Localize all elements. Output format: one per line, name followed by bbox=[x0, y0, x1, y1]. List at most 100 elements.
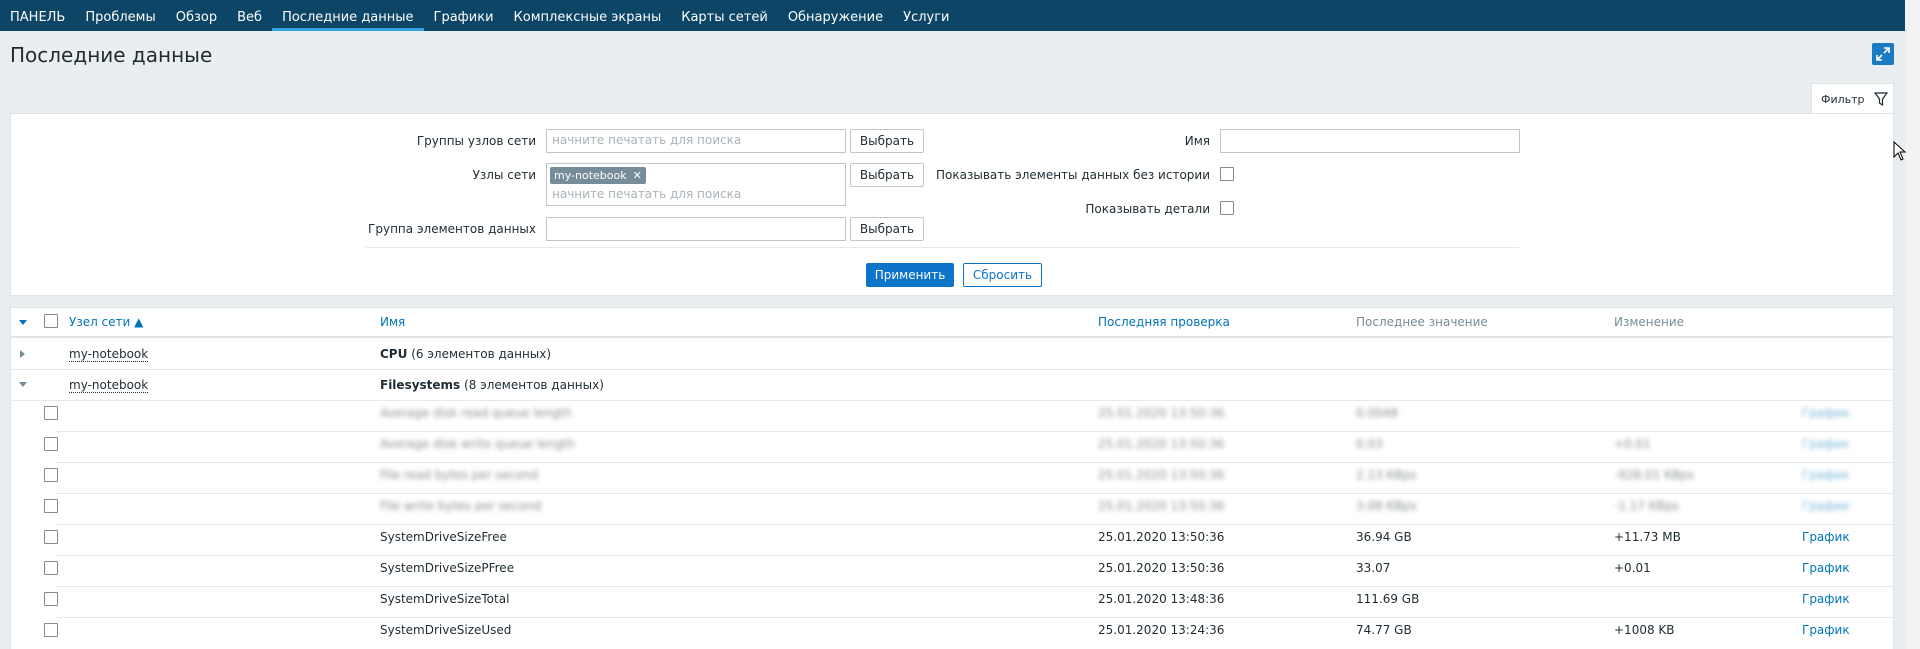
item-last-check: 25.01.2020 13:50:36 bbox=[1098, 530, 1225, 544]
graph-link[interactable]: График bbox=[1802, 561, 1850, 575]
row-divider bbox=[55, 524, 1894, 525]
item-change: +1008 KB bbox=[1614, 623, 1675, 637]
application-select-button[interactable]: Выбрать bbox=[850, 217, 924, 241]
nav-item[interactable]: Комплексные экраны bbox=[504, 0, 672, 31]
item-name: File write bytes per second bbox=[380, 499, 542, 513]
application-input[interactable] bbox=[546, 217, 846, 241]
group-host[interactable]: my-notebook bbox=[69, 378, 149, 393]
item-last-value: 2.13 KBps bbox=[1356, 468, 1417, 482]
show-details-label: Показывать детали bbox=[1085, 202, 1210, 216]
group-count: (8 элементов данных) bbox=[464, 378, 604, 392]
name-input[interactable] bbox=[1220, 129, 1520, 153]
group-host[interactable]: my-notebook bbox=[69, 347, 149, 362]
latest-data-table bbox=[10, 307, 1894, 649]
header-host[interactable]: Узел сети ▲ bbox=[69, 315, 143, 329]
host-chip: my-notebook ✕ bbox=[550, 167, 646, 184]
nav-item[interactable]: Обнаружение bbox=[778, 0, 893, 31]
nav-item[interactable]: Веб bbox=[227, 0, 272, 31]
header-last-check[interactable]: Последняя проверка bbox=[1098, 315, 1230, 329]
graph-link[interactable]: График bbox=[1802, 437, 1850, 451]
group-name: Filesystems (8 элементов данных) bbox=[380, 378, 604, 392]
row-checkbox[interactable] bbox=[44, 561, 58, 575]
nav-item[interactable]: Последние данные bbox=[272, 0, 424, 31]
item-name: File read bytes per second bbox=[380, 468, 539, 482]
row-checkbox[interactable] bbox=[44, 592, 58, 606]
graph-link[interactable]: График bbox=[1802, 592, 1850, 606]
name-label: Имя bbox=[1184, 134, 1210, 148]
fullscreen-icon bbox=[1876, 47, 1890, 61]
scrollbar[interactable] bbox=[1905, 0, 1920, 649]
reset-button[interactable]: Сбросить bbox=[963, 263, 1042, 287]
nav-item[interactable]: ПАНЕЛЬ bbox=[0, 0, 75, 31]
collapse-icon[interactable] bbox=[19, 382, 27, 387]
item-last-value: 3.08 KBps bbox=[1356, 499, 1417, 513]
item-last-check: 25.01.2020 13:24:36 bbox=[1098, 623, 1225, 637]
group-title: CPU bbox=[380, 347, 408, 361]
item-last-value: 111.69 GB bbox=[1356, 592, 1420, 606]
graph-link[interactable]: График bbox=[1802, 499, 1850, 513]
row-divider bbox=[10, 400, 1894, 401]
item-name: SystemDriveSizeTotal bbox=[380, 592, 510, 606]
graph-link[interactable]: График bbox=[1802, 406, 1850, 420]
row-divider bbox=[55, 493, 1894, 494]
item-last-check: 25.01.2020 13:50:36 bbox=[1098, 468, 1225, 482]
item-name: Average disk read queue length bbox=[380, 406, 572, 420]
select-all-checkbox[interactable] bbox=[44, 314, 58, 328]
row-divider bbox=[55, 586, 1894, 587]
host-groups-select-button[interactable]: Выбрать bbox=[850, 129, 924, 153]
nav-item[interactable]: Услуги bbox=[893, 0, 959, 31]
item-change: -928.01 KBps bbox=[1614, 468, 1695, 482]
group-host-link[interactable]: my-notebook bbox=[69, 378, 149, 393]
row-checkbox[interactable] bbox=[44, 406, 58, 420]
item-name: SystemDriveSizePFree bbox=[380, 561, 515, 575]
apply-button[interactable]: Применить bbox=[866, 263, 954, 287]
row-checkbox[interactable] bbox=[44, 437, 58, 451]
item-change: +11.73 MB bbox=[1614, 530, 1681, 544]
header-name[interactable]: Имя bbox=[380, 315, 405, 329]
show-without-data-label: Показывать элементы данных без истории bbox=[936, 168, 1210, 182]
item-last-check: 25.01.2020 13:50:36 bbox=[1098, 499, 1225, 513]
item-change: -1.17 KBps bbox=[1614, 499, 1679, 513]
hosts-select-button[interactable]: Выбрать bbox=[850, 163, 924, 187]
fullscreen-button[interactable] bbox=[1872, 43, 1894, 65]
group-name: CPU (6 элементов данных) bbox=[380, 347, 551, 361]
item-last-value: 36.94 GB bbox=[1356, 530, 1412, 544]
header-last-value: Последнее значение bbox=[1356, 315, 1488, 329]
collapse-all-icon[interactable] bbox=[19, 320, 27, 325]
filter-tab-label: Фильтр bbox=[1821, 92, 1865, 106]
filter-divider bbox=[366, 247, 1519, 248]
item-name: SystemDriveSizeUsed bbox=[380, 623, 512, 637]
graph-link[interactable]: График bbox=[1802, 623, 1850, 637]
filter-tab[interactable]: Фильтр bbox=[1811, 83, 1894, 114]
row-divider bbox=[55, 555, 1894, 556]
row-checkbox[interactable] bbox=[44, 530, 58, 544]
host-groups-input[interactable]: начните печатать для поиска bbox=[546, 129, 846, 153]
show-without-data-checkbox[interactable] bbox=[1220, 167, 1234, 181]
graph-link[interactable]: График bbox=[1802, 468, 1850, 482]
hosts-label: Узлы сети bbox=[472, 168, 536, 182]
nav-item[interactable]: Графики bbox=[424, 0, 504, 31]
remove-icon[interactable]: ✕ bbox=[633, 169, 642, 182]
item-name: Average disk write queue length bbox=[380, 437, 575, 451]
nav-item[interactable]: Проблемы bbox=[75, 0, 165, 31]
nav-item[interactable]: Карты сетей bbox=[671, 0, 778, 31]
nav-item[interactable]: Обзор bbox=[166, 0, 227, 31]
item-last-check: 25.01.2020 13:48:36 bbox=[1098, 592, 1225, 606]
row-divider bbox=[55, 431, 1894, 432]
group-count: (6 элементов данных) bbox=[411, 347, 552, 361]
row-checkbox[interactable] bbox=[44, 623, 58, 637]
expand-icon[interactable] bbox=[20, 350, 25, 358]
header-change: Изменение bbox=[1614, 315, 1685, 329]
graph-link[interactable]: График bbox=[1802, 530, 1850, 544]
show-details-checkbox[interactable] bbox=[1220, 201, 1234, 215]
application-label: Группа элементов данных bbox=[368, 222, 536, 236]
item-last-value: 74.77 GB bbox=[1356, 623, 1412, 637]
row-checkbox[interactable] bbox=[44, 468, 58, 482]
group-host-link[interactable]: my-notebook bbox=[69, 347, 149, 362]
row-checkbox[interactable] bbox=[44, 499, 58, 513]
item-change: +0.01 bbox=[1614, 561, 1651, 575]
item-last-value: 0.03 bbox=[1356, 437, 1383, 451]
top-navigation: ПАНЕЛЬ Проблемы Обзор Веб Последние данные Гр… bbox=[0, 0, 1905, 31]
row-divider bbox=[55, 462, 1894, 463]
host-chip-label: my-notebook bbox=[554, 169, 627, 182]
